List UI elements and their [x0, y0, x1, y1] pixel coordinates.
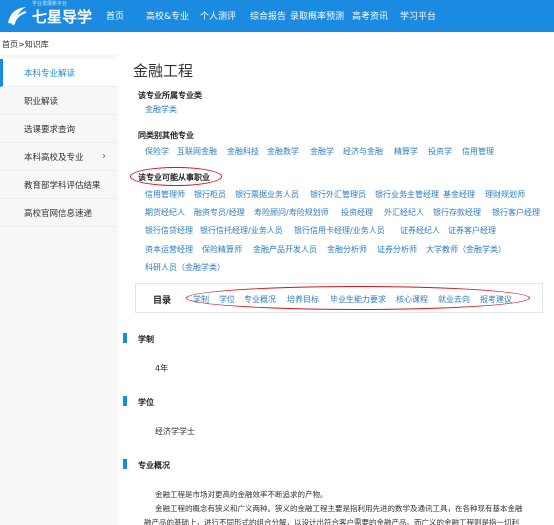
sidebar-item-universities[interactable]: 本科高校及专业 › [0, 143, 118, 171]
career-link[interactable]: 保险精算师 [202, 244, 242, 255]
chevron-right-icon: › [102, 151, 106, 162]
career-link[interactable]: 寿险顾问/寿险规划师 [254, 207, 329, 218]
category-link[interactable]: 金融学类 [145, 104, 177, 115]
career-link[interactable]: 理财规划师 [485, 189, 525, 200]
annotation-oval-careers [130, 167, 222, 186]
career-link[interactable]: 银行客户经理 [492, 207, 540, 218]
career-link[interactable]: 金融产品开发人员 [253, 244, 317, 255]
career-link[interactable]: 银行业务主管经理 [375, 189, 439, 200]
sidebar-item-label: 选课要求查询 [24, 124, 76, 135]
nav-personal-assessment[interactable]: 个人测评 [200, 9, 236, 22]
major-link[interactable]: 经济与金融 [343, 146, 383, 157]
annotation-oval-directory [186, 286, 530, 310]
breadcrumb[interactable]: 首页>知识库 [2, 39, 49, 50]
section-marker [123, 459, 127, 469]
career-link[interactable]: 外汇经纪人 [384, 207, 424, 218]
career-link[interactable]: 投资经理 [341, 207, 373, 218]
major-link[interactable]: 保险学 [145, 146, 169, 157]
sidebar-item-career-explain[interactable]: 职业解读 [0, 87, 118, 115]
career-link[interactable]: 科研人员（金融学类） [145, 262, 225, 273]
nav-news[interactable]: 高考资讯 [352, 9, 388, 22]
nav-home[interactable]: 首页 [106, 9, 124, 22]
career-link[interactable]: 基金经理 [443, 189, 475, 200]
logo-text: 七星导学 [32, 7, 93, 26]
overview-paragraph-line: 金融工程的概念有狭义和广义两种。狭义的金融工程主要是指利用先进的数学及通讯工具，… [155, 504, 523, 513]
top-nav-bar: 七星导学 学业发展新平台 首页 高校&专业 个人测评 综合报告 录取概率预测 高… [0, 0, 554, 32]
career-link[interactable]: 证券分析师 [377, 244, 417, 255]
career-link[interactable]: 银行信用卡经理/业务人员 [294, 225, 385, 236]
career-link[interactable]: 银行外汇管理员 [310, 189, 366, 200]
category-label: 该专业所属专业类 [138, 91, 202, 100]
logo-tagline: 学业发展新平台 [32, 1, 68, 7]
sidebar-item-official-news[interactable]: 高校官网信息速递 [0, 199, 118, 227]
sidebar-item-label: 职业解读 [24, 96, 59, 107]
major-link[interactable]: 互联网金融 [177, 146, 217, 157]
overview-paragraph-line: 融产品的基础上，进行不同形式的组合分解，以设计出符合客户需要的金融产品。而广义的… [144, 518, 519, 525]
major-link[interactable]: 金融学 [310, 146, 334, 157]
section-heading-degree: 学位 [138, 398, 154, 407]
career-link[interactable]: 银行信贷经理 [145, 225, 193, 236]
sidebar-item-course-requirements[interactable]: 选课要求查询 [0, 115, 118, 143]
page-title: 金融工程 [133, 62, 194, 80]
major-link[interactable]: 金融科技 [227, 146, 259, 157]
career-link[interactable]: 银行票据业务人员 [235, 189, 299, 200]
nav-learning-platform[interactable]: 学习平台 [400, 9, 436, 22]
sidebar-item-label: 本科专业解读 [24, 68, 76, 79]
nav-universities-majors[interactable]: 高校&专业 [146, 9, 189, 22]
section-heading-overview: 专业概况 [138, 461, 170, 470]
career-link[interactable]: 证券经纪人 [400, 225, 440, 236]
sidebar-item-label: 本科高校及专业 [24, 152, 84, 163]
same-category-label: 同类别其他专业 [138, 131, 194, 140]
section-value-degree: 经济学学士 [155, 427, 195, 436]
career-link[interactable]: 银行信托经理/业务人员 [200, 225, 283, 236]
career-link[interactable]: 融资专员/经理 [194, 207, 245, 218]
career-link[interactable]: 金融分析师 [327, 244, 367, 255]
section-value-duration: 4年 [155, 364, 169, 373]
sidebar-item-label: 教育部学科评估结果 [24, 180, 101, 191]
sidebar-item-major-explain[interactable]: 本科专业解读 [0, 59, 118, 87]
directory-title: 目录 [153, 296, 172, 306]
section-heading-duration: 学制 [138, 335, 154, 344]
section-marker [123, 396, 127, 406]
sidebar-item-label: 高校官网信息速递 [24, 208, 93, 219]
page: 七星导学 学业发展新平台 首页 高校&专业 个人测评 综合报告 录取概率预测 高… [0, 0, 554, 525]
nav-admission-prediction[interactable]: 录取概率预测 [290, 9, 344, 22]
sidebar: 本科专业解读 职业解读 选课要求查询 本科高校及专业 › 教育部学科评估结果 高… [0, 55, 118, 525]
major-link[interactable]: 信用管理 [462, 146, 494, 157]
career-link[interactable]: 银行存款经理 [433, 207, 481, 218]
career-link[interactable]: 信用管理师 [145, 189, 185, 200]
major-link[interactable]: 投资学 [428, 146, 452, 157]
nav-report[interactable]: 综合报告 [250, 9, 286, 22]
overview-paragraph-line: 金融工程是市场对更高的金融效率不断追求的产物。 [155, 490, 328, 499]
career-link[interactable]: 期货经纪人 [145, 207, 185, 218]
career-link[interactable]: 资本运营经理 [145, 244, 193, 255]
major-link[interactable]: 精算学 [394, 146, 418, 157]
major-link[interactable]: 金融数学 [267, 146, 299, 157]
sidebar-item-discipline-evaluation[interactable]: 教育部学科评估结果 [0, 171, 118, 199]
section-marker [123, 333, 127, 343]
career-link[interactable]: 证券客户经理 [448, 225, 496, 236]
qixing-logo-icon [8, 7, 27, 26]
career-link[interactable]: 大学教师（金融学类） [426, 244, 506, 255]
career-link[interactable]: 银行柜员 [194, 189, 226, 200]
